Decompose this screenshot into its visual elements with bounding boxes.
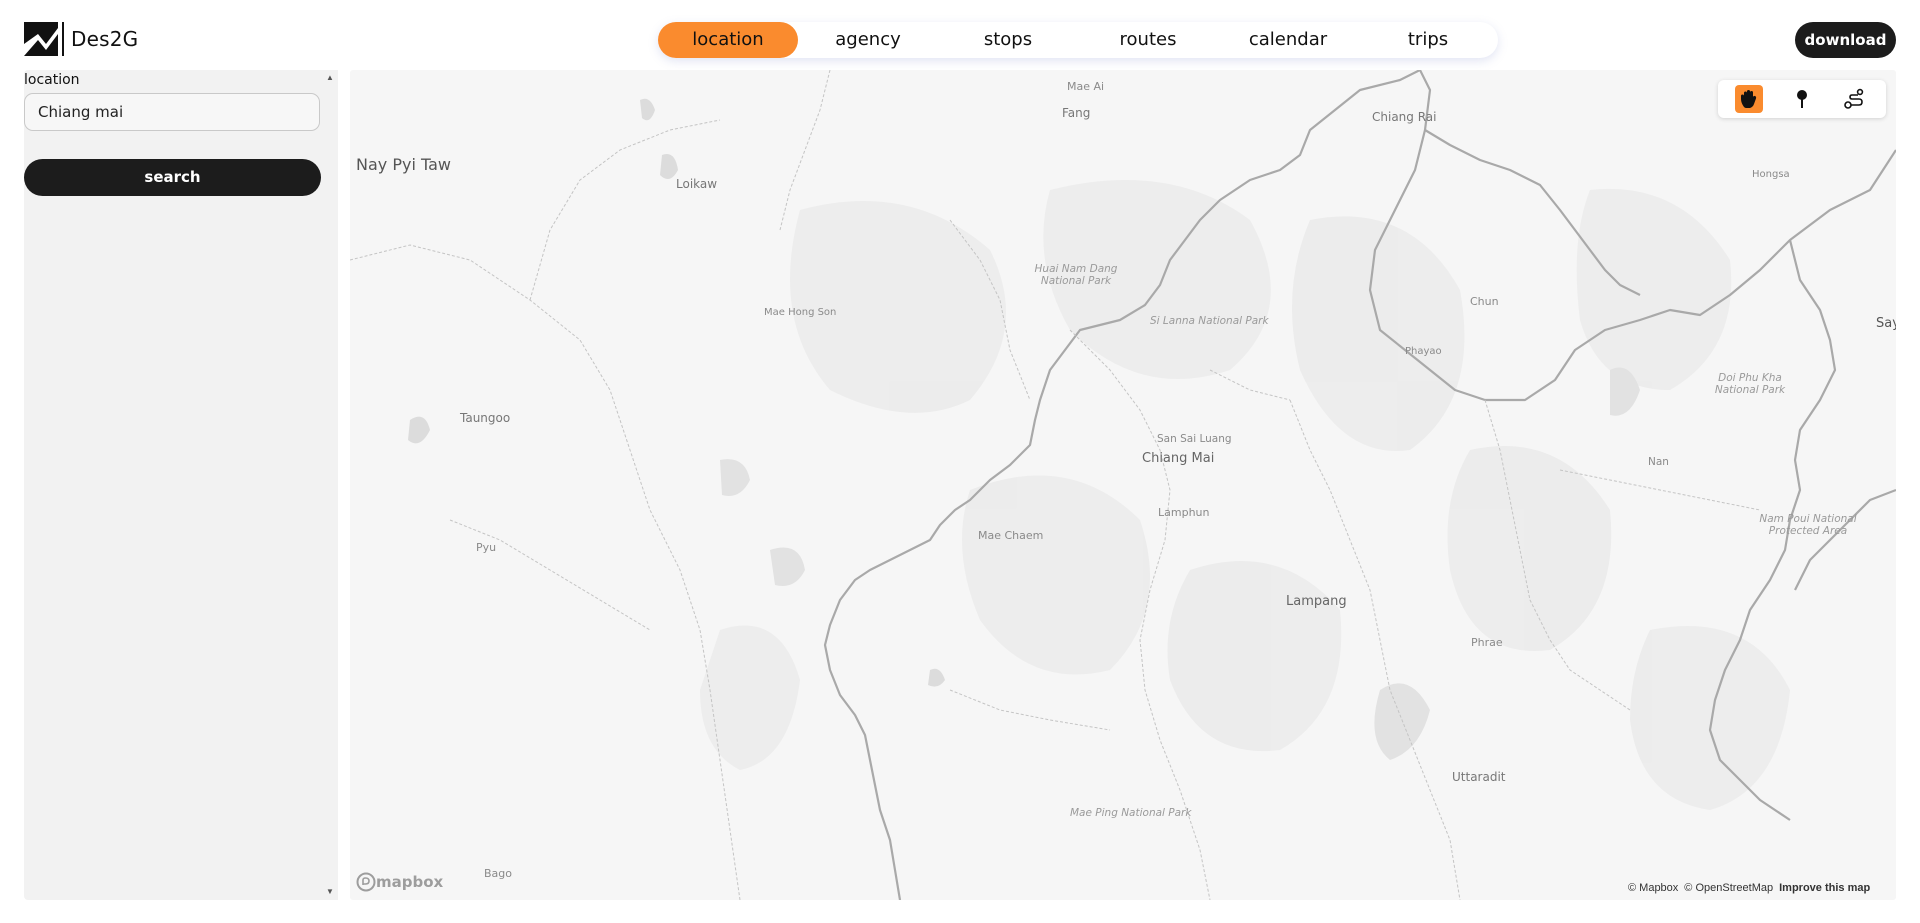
place-label: Uttaradit: [1452, 770, 1506, 784]
place-label: Huai Nam Dang National Park: [1034, 263, 1118, 287]
hand-icon: [1741, 90, 1757, 108]
download-button[interactable]: download: [1795, 22, 1896, 58]
attribution-mapbox-link[interactable]: © Mapbox: [1628, 882, 1678, 894]
improve-map-link[interactable]: Improve this map: [1779, 882, 1870, 894]
place-label: San Sai Luang: [1157, 433, 1232, 445]
logo-divider: [62, 22, 64, 56]
place-label: Phrae: [1471, 636, 1503, 649]
map-canvas[interactable]: Mae Ai Fang Chiang Rai Nay Pyi Taw Loika…: [350, 70, 1896, 900]
map-base-layer: [350, 70, 1896, 900]
tab-agency[interactable]: agency: [798, 22, 938, 58]
mapbox-logo-icon: [356, 872, 376, 892]
tab-trips[interactable]: trips: [1358, 22, 1498, 58]
place-label: Fang: [1062, 106, 1091, 120]
place-label: Lamphun: [1158, 506, 1210, 519]
place-label: Mae Hong Son: [764, 307, 837, 318]
scroll-up-icon[interactable]: ▲: [326, 74, 334, 82]
place-label: Nam Poui National Protected Area: [1759, 513, 1857, 537]
location-label: location: [24, 72, 80, 88]
place-label: Mae Ai: [1067, 80, 1105, 93]
route-icon: [1844, 88, 1864, 109]
sidebar-scrollbar[interactable]: ▲ ▼: [322, 70, 338, 900]
place-label: Phayao: [1405, 346, 1442, 357]
place-label: Hongsa: [1752, 169, 1790, 180]
location-panel: location search: [24, 70, 338, 900]
place-label: Mae Chaem: [978, 529, 1044, 542]
tab-calendar[interactable]: calendar: [1218, 22, 1358, 58]
map-tool-group: [1718, 80, 1886, 118]
place-label: Nan: [1648, 456, 1669, 468]
map-attribution: © Mapbox © OpenStreetMap Improve this map: [1628, 882, 1876, 894]
place-label: Taungoo: [460, 411, 511, 425]
place-label: Chiang Rai: [1372, 110, 1437, 124]
search-button[interactable]: search: [24, 159, 321, 196]
tab-location[interactable]: location: [658, 22, 798, 58]
hand-tool-button[interactable]: [1735, 85, 1763, 113]
pin-icon: [1797, 90, 1807, 108]
place-label: Pyu: [476, 541, 497, 554]
attribution-osm-link[interactable]: © OpenStreetMap: [1684, 882, 1773, 894]
scroll-down-icon[interactable]: ▼: [326, 888, 334, 896]
place-label: Si Lanna National Park: [1150, 315, 1269, 327]
mapbox-logo-text: mapbox: [376, 873, 444, 891]
tab-routes[interactable]: routes: [1078, 22, 1218, 58]
place-label: Mae Ping National Park: [1070, 807, 1192, 819]
app-logo[interactable]: Des2G: [24, 22, 138, 56]
place-label: Chun: [1470, 295, 1499, 308]
location-input[interactable]: [24, 93, 320, 131]
app-name: Des2G: [71, 27, 139, 51]
place-label: Chiang Mai: [1142, 451, 1215, 466]
place-label: Loikaw: [676, 177, 718, 191]
place-label: Bago: [484, 867, 512, 880]
mapbox-logo[interactable]: mapbox: [356, 872, 443, 892]
pin-tool-button[interactable]: [1788, 85, 1816, 113]
place-label: Say: [1876, 316, 1896, 331]
place-label: Lampang: [1286, 594, 1347, 609]
place-label: Doi Phu Kha National Park: [1714, 372, 1786, 396]
main-tab-bar: location agency stops routes calendar tr…: [658, 22, 1498, 58]
logo-mark-icon: [24, 22, 58, 56]
route-tool-button[interactable]: [1840, 85, 1868, 113]
tab-stops[interactable]: stops: [938, 22, 1078, 58]
place-label: Nay Pyi Taw: [356, 155, 451, 174]
